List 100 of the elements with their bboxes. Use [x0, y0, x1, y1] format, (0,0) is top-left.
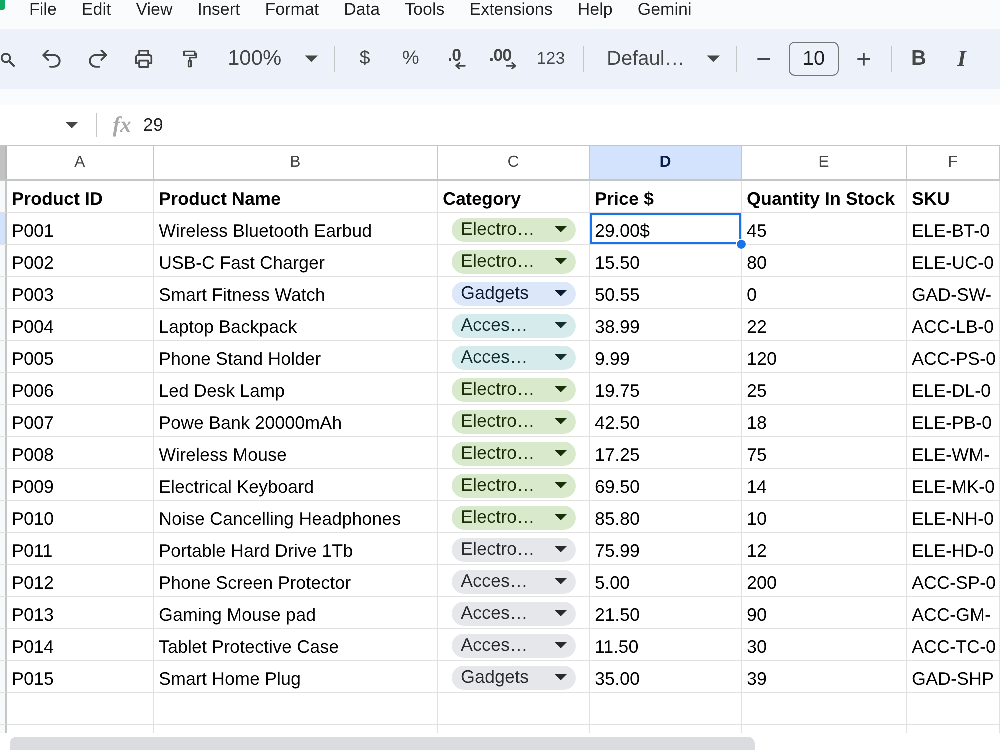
percent-button[interactable]: %: [393, 41, 429, 77]
row-header[interactable]: [0, 693, 7, 725]
table-cell: Gaming Mouse pad: [154, 597, 438, 629]
menu-item[interactable]: Edit: [69, 0, 124, 19]
row-header[interactable]: [0, 309, 7, 341]
row-header[interactable]: [0, 213, 7, 245]
category-dropdown[interactable]: Gadgets: [452, 666, 576, 690]
currency-button[interactable]: $: [347, 41, 383, 77]
category-dropdown[interactable]: Electro…: [452, 506, 576, 530]
table-cell: Smart Home Plug: [154, 661, 438, 693]
row-header[interactable]: [0, 373, 7, 405]
table-cell: 29.00$: [590, 213, 742, 245]
category-dropdown[interactable]: Electro…: [452, 250, 576, 274]
table-cell: USB-C Fast Charger: [154, 245, 438, 277]
category-dropdown[interactable]: Acces…: [452, 602, 576, 626]
table-cell: 17.25: [590, 437, 742, 469]
table-cell: 21.50: [590, 597, 742, 629]
font-size-field[interactable]: 10: [789, 42, 839, 76]
search-icon[interactable]: [0, 52, 15, 66]
column-header[interactable]: D: [590, 146, 742, 179]
row-header[interactable]: [0, 629, 7, 661]
menu-item[interactable]: Gemini: [625, 0, 704, 19]
table-cell: 75.99: [590, 533, 742, 565]
arrow-icon: [455, 62, 466, 70]
increase-font-size-button[interactable]: +: [849, 41, 879, 77]
menu-item[interactable]: View: [124, 0, 186, 19]
table-cell: Led Desk Lamp: [154, 373, 438, 405]
zoom-dropdown[interactable]: 100%: [218, 41, 322, 77]
table-cell: 69.50: [590, 469, 742, 501]
table-cell: ELE-BT-0: [907, 213, 1000, 245]
table-cell: 90: [742, 597, 907, 629]
table-cell: P005: [7, 341, 154, 373]
bold-button[interactable]: B: [904, 41, 934, 77]
row-header[interactable]: [0, 501, 7, 533]
category-dropdown[interactable]: Acces…: [452, 570, 576, 594]
row-header[interactable]: [0, 565, 7, 597]
row-header[interactable]: [0, 405, 7, 437]
menu-item[interactable]: Insert: [185, 0, 253, 19]
caret-icon: [555, 226, 567, 233]
menu-item[interactable]: Help: [565, 0, 626, 19]
header-cell: Category: [438, 181, 590, 213]
row-header[interactable]: [0, 341, 7, 373]
table-cell: Electrical Keyboard: [154, 469, 438, 501]
table-cell: 85.80: [590, 501, 742, 533]
menu-item[interactable]: Extensions: [457, 0, 566, 19]
table-cell: 50.55: [590, 277, 742, 309]
select-all-corner[interactable]: [0, 146, 7, 179]
row-header[interactable]: [0, 245, 7, 277]
table-cell: 25: [742, 373, 907, 405]
table-cell: Phone Stand Holder: [154, 341, 438, 373]
caret-icon: [555, 674, 567, 681]
function-label: fx: [113, 112, 132, 138]
caret-icon: [555, 386, 567, 393]
menu-item[interactable]: Data: [332, 0, 393, 19]
caret-icon: [555, 290, 567, 297]
category-dropdown[interactable]: Acces…: [452, 346, 576, 370]
table-cell: P014: [7, 629, 154, 661]
category-dropdown[interactable]: Acces…: [452, 634, 576, 658]
table-cell: Tablet Protective Case: [154, 629, 438, 661]
table-cell: ELE-DL-0: [907, 373, 1000, 405]
row-header[interactable]: [0, 437, 7, 469]
row-header[interactable]: [0, 181, 7, 213]
table-cell: Noise Cancelling Headphones: [154, 501, 438, 533]
row-header[interactable]: [0, 533, 7, 565]
redo-icon[interactable]: [88, 50, 108, 68]
table-cell: Phone Screen Protector: [154, 565, 438, 597]
row-header[interactable]: [0, 277, 7, 309]
category-dropdown[interactable]: Electro…: [452, 410, 576, 434]
undo-icon[interactable]: [42, 50, 62, 68]
category-dropdown[interactable]: Electro…: [452, 218, 576, 242]
header-cell: SKU: [907, 181, 1000, 213]
table-cell: 30: [742, 629, 907, 661]
table-cell: 75: [742, 437, 907, 469]
caret-icon: [66, 122, 78, 128]
menu-item[interactable]: Tools: [392, 0, 458, 19]
table-cell: ELE-UC-0: [907, 245, 1000, 277]
increase-decimal-button[interactable]: .00: [485, 41, 521, 77]
category-dropdown[interactable]: Electro…: [452, 442, 576, 466]
category-dropdown[interactable]: Electro…: [452, 474, 576, 498]
row-header[interactable]: [0, 597, 7, 629]
table-cell: P015: [7, 661, 154, 693]
italic-button[interactable]: I: [944, 41, 980, 77]
category-dropdown[interactable]: Acces…: [452, 314, 576, 338]
category-dropdown[interactable]: Electro…: [452, 538, 576, 562]
caret-icon: [555, 258, 567, 265]
formula-field[interactable]: 29: [143, 110, 1000, 140]
decrease-font-size-button[interactable]: −: [749, 41, 779, 77]
font-dropdown[interactable]: Defaul…: [596, 41, 724, 77]
table-cell: P001: [7, 213, 154, 245]
category-dropdown[interactable]: Electro…: [452, 378, 576, 402]
print-icon[interactable]: [134, 50, 154, 68]
row-header[interactable]: [0, 469, 7, 501]
menu-item[interactable]: File: [17, 0, 70, 19]
table-cell: ACC-GM-: [907, 597, 1000, 629]
scrollbar-thumb[interactable]: [10, 737, 755, 750]
category-dropdown[interactable]: Gadgets: [452, 282, 576, 306]
row-header[interactable]: [0, 661, 7, 693]
decrease-decimal-button[interactable]: .0: [439, 41, 475, 77]
menu-item[interactable]: Format: [252, 0, 332, 19]
number-format-button[interactable]: 123: [531, 41, 571, 77]
